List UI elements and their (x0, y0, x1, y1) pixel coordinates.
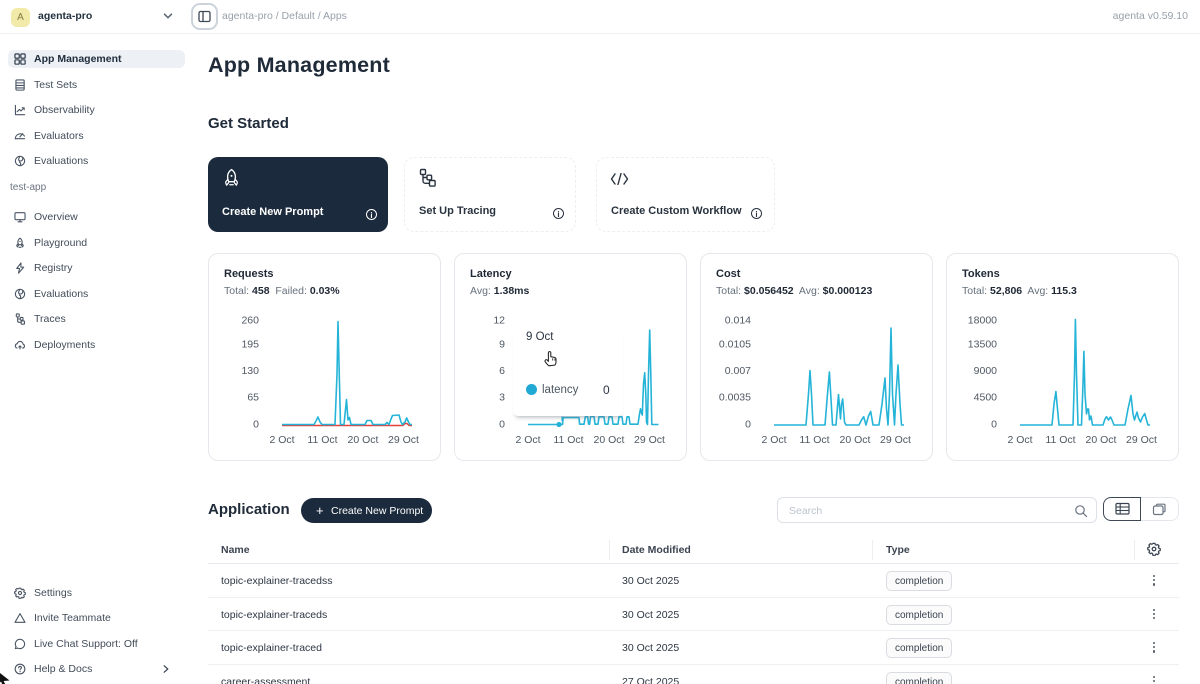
svg-text:4500: 4500 (974, 392, 998, 404)
svg-text:2 Oct: 2 Oct (515, 434, 540, 446)
svg-text:13500: 13500 (968, 339, 997, 351)
svg-text:18000: 18000 (968, 315, 997, 327)
svg-text:9: 9 (499, 339, 505, 351)
svg-text:0: 0 (991, 419, 997, 431)
svg-text:0.0035: 0.0035 (719, 392, 751, 404)
svg-text:11 Oct: 11 Oct (1045, 434, 1075, 446)
svg-text:11 Oct: 11 Oct (307, 434, 337, 446)
svg-text:0: 0 (499, 419, 505, 431)
svg-text:20 Oct: 20 Oct (840, 434, 871, 446)
svg-text:29 Oct: 29 Oct (634, 434, 665, 446)
svg-text:0.014: 0.014 (725, 315, 751, 327)
svg-text:6: 6 (499, 365, 505, 377)
svg-text:29 Oct: 29 Oct (388, 434, 419, 446)
svg-text:0: 0 (253, 419, 259, 431)
svg-text:20 Oct: 20 Oct (594, 434, 625, 446)
svg-text:130: 130 (241, 365, 259, 377)
svg-text:2 Oct: 2 Oct (761, 434, 786, 446)
svg-text:0.0105: 0.0105 (719, 339, 751, 351)
svg-text:260: 260 (241, 315, 259, 327)
svg-text:11 Oct: 11 Oct (553, 434, 583, 446)
svg-text:0.007: 0.007 (725, 365, 751, 377)
svg-text:20 Oct: 20 Oct (348, 434, 379, 446)
svg-text:11 Oct: 11 Oct (799, 434, 829, 446)
svg-text:2 Oct: 2 Oct (269, 434, 294, 446)
svg-text:195: 195 (241, 339, 259, 351)
svg-text:0: 0 (745, 419, 751, 431)
svg-text:20 Oct: 20 Oct (1086, 434, 1117, 446)
svg-text:9000: 9000 (974, 365, 998, 377)
svg-text:2 Oct: 2 Oct (1007, 434, 1032, 446)
svg-text:3: 3 (499, 392, 505, 404)
svg-text:12: 12 (493, 315, 505, 327)
svg-text:65: 65 (247, 392, 259, 404)
svg-text:29 Oct: 29 Oct (1126, 434, 1157, 446)
svg-text:29 Oct: 29 Oct (880, 434, 911, 446)
